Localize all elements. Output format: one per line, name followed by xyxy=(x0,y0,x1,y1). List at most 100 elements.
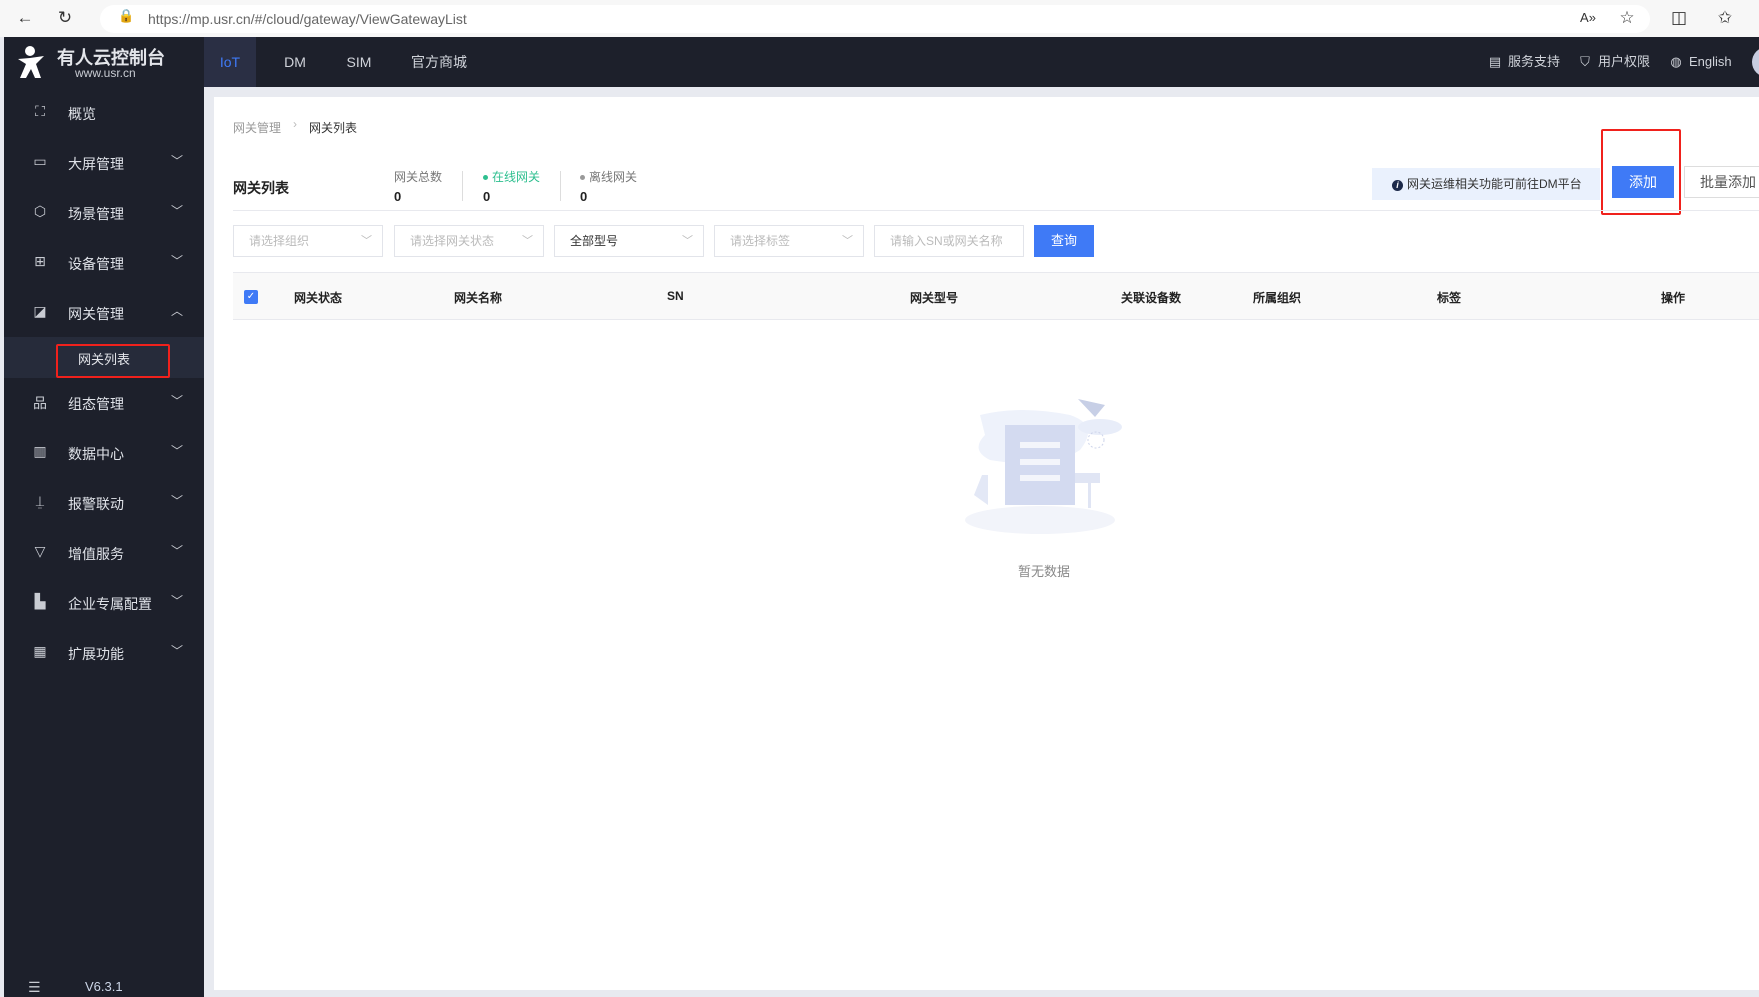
status-select[interactable]: 请选择网关状态 ﹀ xyxy=(394,225,544,257)
online-dot-icon xyxy=(483,175,488,181)
info-icon: i xyxy=(1392,180,1403,191)
table-header: ✓ 网关状态 网关名称 SN 网关型号 关联设备数 所属组织 标签 操作 xyxy=(233,272,1759,320)
message-icon: ▤ xyxy=(1488,54,1502,69)
sidebar-item-screen[interactable]: ▭ 大屏管理 ﹀ xyxy=(4,138,204,188)
lock-icon: 🔒 xyxy=(118,8,135,23)
globe-icon: ◍ xyxy=(1670,54,1682,69)
chevron-down-icon: ﹀ xyxy=(682,235,693,247)
tab-store[interactable]: 官方商城 xyxy=(406,37,472,87)
cube-icon: ⬡ xyxy=(33,203,47,219)
stat-online-text: 在线网关 xyxy=(492,170,541,184)
nav-label: 组态管理 xyxy=(68,396,124,412)
page-title: 网关列表 xyxy=(233,180,289,196)
sidebar-item-data-center[interactable]: ▥ 数据中心 ﹀ xyxy=(4,428,204,478)
link-label: 服务支持 xyxy=(1508,54,1561,69)
sidebar-item-overview[interactable]: ⛶ 概览 xyxy=(4,88,204,138)
tab-sim[interactable]: SIM xyxy=(338,37,380,87)
link-label: 用户权限 xyxy=(1598,54,1651,69)
chevron-down-icon: ﹀ xyxy=(171,544,184,558)
info-text: 网关运维相关功能可前往DM平台 xyxy=(1407,177,1582,191)
model-select[interactable]: 全部型号 ﹀ xyxy=(554,225,704,257)
reload-icon[interactable]: ↻ xyxy=(52,6,78,30)
sidebar-item-enterprise[interactable]: ▙ 企业专属配置 ﹀ xyxy=(4,578,204,628)
org-select[interactable]: 请选择组织 ﹀ xyxy=(233,225,383,257)
chevron-down-icon: ﹀ xyxy=(171,644,184,658)
tab-dm[interactable]: DM xyxy=(274,37,316,87)
stat-total-label: 网关总数 xyxy=(394,170,443,184)
address-bar[interactable]: 🔒 https://mp.usr.cn/#/cloud/gateway/View… xyxy=(100,5,1650,33)
stat-offline-value: 0 xyxy=(580,189,588,204)
stat-online-value: 0 xyxy=(483,189,491,204)
highlight-box xyxy=(56,344,170,378)
chevron-down-icon: ﹀ xyxy=(842,235,853,247)
stat-offline-text: 离线网关 xyxy=(589,170,638,184)
chevron-down-icon: ﹀ xyxy=(171,594,184,608)
column-header: 标签 xyxy=(1437,291,1462,305)
search-input[interactable]: 请输入SN或网关名称 xyxy=(874,225,1024,257)
empty-text: 暂无数据 xyxy=(1018,564,1071,579)
tag-select[interactable]: 请选择标签 ﹀ xyxy=(714,225,864,257)
hierarchy-icon: 品 xyxy=(33,395,47,411)
chevron-down-icon: ﹀ xyxy=(171,254,184,268)
query-button[interactable]: 查询 xyxy=(1034,225,1094,257)
scan-icon: ⛶ xyxy=(35,103,45,119)
chevron-down-icon: ﹀ xyxy=(171,154,184,168)
version-label: V6.3.1 xyxy=(85,979,123,994)
select-placeholder: 请选择网关状态 xyxy=(410,234,495,248)
bar-chart-icon: ▥ xyxy=(33,443,47,459)
user-permission-link[interactable]: ⛉ 用户权限 xyxy=(1578,37,1650,87)
service-support-link[interactable]: ▤ 服务支持 xyxy=(1488,37,1560,87)
nav-label: 概览 xyxy=(68,106,96,122)
column-header: 网关型号 xyxy=(910,291,959,305)
split-screen-icon[interactable]: ◫ xyxy=(1666,6,1692,30)
chevron-down-icon: ﹀ xyxy=(361,235,372,247)
nav-label: 场景管理 xyxy=(68,206,124,222)
url-text: https://mp.usr.cn/#/cloud/gateway/ViewGa… xyxy=(148,11,467,27)
stat-online-label: 在线网关 xyxy=(483,168,540,185)
sidebar-item-alarm[interactable]: ⍊ 报警联动 ﹀ xyxy=(4,478,204,528)
favorites-icon[interactable]: ✩ xyxy=(1712,6,1738,30)
sidebar-item-value-added[interactable]: ▽ 增值服务 ﹀ xyxy=(4,528,204,578)
nav-label: 设备管理 xyxy=(68,256,124,272)
chevron-down-icon: ﹀ xyxy=(171,204,184,218)
select-all-checkbox[interactable]: ✓ xyxy=(244,290,258,304)
favorite-star-icon[interactable]: ☆ xyxy=(1614,6,1640,30)
grid-icon: ▦ xyxy=(33,643,47,659)
select-placeholder: 请选择标签 xyxy=(730,234,791,248)
select-value: 全部型号 xyxy=(570,234,619,248)
highlight-box xyxy=(1601,129,1681,215)
batch-add-button[interactable]: 批量添加 xyxy=(1684,166,1759,198)
collapse-menu-icon[interactable]: ☰ xyxy=(28,979,41,996)
chart-icon: ◪ xyxy=(33,303,47,319)
back-icon[interactable]: ← xyxy=(12,6,38,30)
sidebar-item-gateway[interactable]: ◪ 网关管理 ︿ xyxy=(4,288,204,338)
info-banner: i 网关运维相关功能可前往DM平台 xyxy=(1372,168,1600,200)
nav-label: 网关管理 xyxy=(68,306,124,322)
shield-icon: ⛉ xyxy=(1580,54,1590,69)
stat-offline-label: 离线网关 xyxy=(580,168,637,185)
column-header: 操作 xyxy=(1661,291,1686,305)
sidebar-item-configuration[interactable]: 品 组态管理 ﹀ xyxy=(4,378,204,428)
divider xyxy=(233,210,1759,211)
sidebar-item-scene[interactable]: ⬡ 场景管理 ﹀ xyxy=(4,188,204,238)
sidebar-item-extensions[interactable]: ▦ 扩展功能 ﹀ xyxy=(4,628,204,678)
diamond-icon: ▽ xyxy=(34,543,46,559)
column-header: 网关状态 xyxy=(294,291,343,305)
nav-label: 数据中心 xyxy=(68,446,124,462)
top-nav: IoT DM SIM 官方商城 ▤ 服务支持 ⛉ 用户权限 ◍ English xyxy=(204,37,1759,87)
input-placeholder: 请输入SN或网关名称 xyxy=(890,234,1003,248)
read-aloud-icon[interactable]: A» xyxy=(1575,6,1601,30)
divider xyxy=(560,171,561,201)
browser-toolbar: ← ↻ 🔒 https://mp.usr.cn/#/cloud/gateway/… xyxy=(0,0,1759,37)
chevron-down-icon: ﹀ xyxy=(171,494,184,508)
language-switch[interactable]: ◍ English xyxy=(1669,37,1732,87)
column-header: 关联设备数 xyxy=(1121,291,1182,305)
tab-iot[interactable]: IoT xyxy=(204,37,256,87)
sidebar-item-devices[interactable]: ⊞ 设备管理 ﹀ xyxy=(4,238,204,288)
monitor-icon: ▭ xyxy=(33,153,47,169)
link-label: English xyxy=(1689,54,1732,69)
chevron-down-icon: ﹀ xyxy=(522,235,533,247)
devices-icon: ⊞ xyxy=(34,253,46,269)
column-header: 网关名称 xyxy=(454,291,503,305)
breadcrumb-gateway-management[interactable]: 网关管理 xyxy=(233,119,281,136)
